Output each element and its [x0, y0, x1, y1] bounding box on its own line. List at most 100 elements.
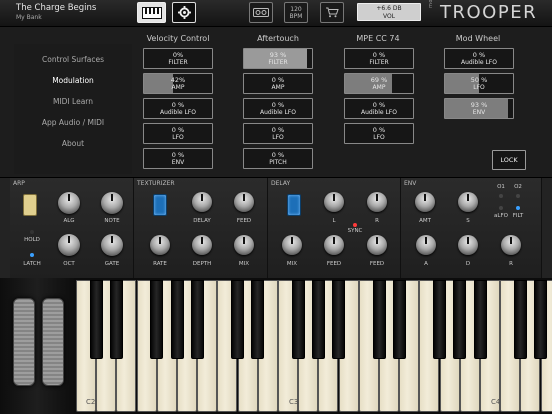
- sidebar-item-modulation[interactable]: Modulation: [14, 76, 132, 85]
- tempo-button[interactable]: 120 BPM: [284, 2, 308, 23]
- mod-slot-value: 42%: [170, 76, 186, 84]
- mod-slot-destination: FILTER: [168, 59, 188, 66]
- volume-display[interactable]: +6.6 DB VOL: [357, 3, 421, 21]
- env-o2-led[interactable]: [516, 194, 520, 198]
- mod-slot-destination: AMP: [271, 84, 285, 91]
- mod-slot-value: 93 %: [269, 51, 287, 59]
- mod-slot-aftertouch-1[interactable]: 93 % FILTER: [243, 48, 313, 69]
- mod-slot-velocity-4[interactable]: 0 % LFO: [143, 123, 213, 144]
- delay-left-knob[interactable]: [324, 192, 344, 212]
- mod-slot-modwheel-1[interactable]: 0 % Audible LFO: [444, 48, 514, 69]
- mod-slot-mpe-1[interactable]: 0 % FILTER: [344, 48, 414, 69]
- arp-oct-knob[interactable]: [58, 234, 80, 256]
- env-attack-label: A: [424, 261, 428, 267]
- env-attack-knob[interactable]: [416, 235, 436, 255]
- texturizer-delay-knob[interactable]: [192, 192, 212, 212]
- mod-slot-destination: ENV: [472, 109, 486, 116]
- env-sustain-knob[interactable]: [458, 192, 478, 212]
- arp-title: ARP: [13, 180, 25, 187]
- delay-power-button[interactable]: [287, 194, 301, 216]
- env-filter-led[interactable]: [516, 206, 520, 210]
- black-key[interactable]: [513, 280, 527, 359]
- keyboard-toggle-button[interactable]: [137, 2, 166, 23]
- black-key[interactable]: [392, 280, 406, 359]
- texturizer-feed-knob[interactable]: [234, 192, 254, 212]
- preset-name[interactable]: The Charge Begins: [16, 3, 96, 13]
- arp-power-button[interactable]: [23, 194, 37, 216]
- black-key[interactable]: [150, 280, 164, 359]
- black-key[interactable]: [433, 280, 447, 359]
- mod-slot-mpe-3[interactable]: 0 % Audible LFO: [344, 98, 414, 119]
- black-key[interactable]: [453, 280, 467, 359]
- black-key[interactable]: [109, 280, 123, 359]
- recorder-button[interactable]: [249, 2, 273, 23]
- arp-section: ARP ALG NOTE HOLD OCT GATE LATCH: [10, 178, 134, 278]
- mod-slot-value: 0 %: [171, 151, 185, 159]
- black-key[interactable]: [534, 280, 548, 359]
- key-label-c3: C3: [289, 398, 299, 406]
- arp-alg-knob[interactable]: [58, 192, 80, 214]
- arp-alg-label: ALG: [63, 218, 75, 224]
- volume-value: +6.6 DB: [376, 5, 402, 12]
- texturizer-mix-knob[interactable]: [234, 235, 254, 255]
- mod-slot-value: 0 %: [372, 51, 386, 59]
- mod-slot-velocity-2[interactable]: 42% AMP: [143, 73, 213, 94]
- settings-sidebar: Control Surfaces Modulation MIDI Learn A…: [14, 44, 132, 174]
- mod-slot-modwheel-2[interactable]: 50 % LFO: [444, 73, 514, 94]
- arp-gate-knob[interactable]: [101, 234, 123, 256]
- arp-latch-label: LATCH: [23, 261, 41, 267]
- env-amount-knob[interactable]: [415, 192, 435, 212]
- sidebar-item-app-audio-midi[interactable]: App Audio / MIDI: [14, 118, 132, 127]
- bank-name[interactable]: My Bank: [16, 14, 42, 21]
- black-key[interactable]: [190, 280, 204, 359]
- env-alfo-led[interactable]: [499, 206, 503, 210]
- mod-slot-velocity-3[interactable]: 0 % Audible LFO: [143, 98, 213, 119]
- delay-feed-right-label: FEED: [369, 261, 385, 267]
- arp-latch-led[interactable]: [30, 253, 34, 257]
- arp-gate-label: GATE: [104, 261, 120, 267]
- settings-button[interactable]: [172, 2, 196, 23]
- mod-slot-value: 0 %: [271, 126, 285, 134]
- texturizer-depth-knob[interactable]: [192, 235, 212, 255]
- mod-slot-mpe-2[interactable]: 69 % AMP: [344, 73, 414, 94]
- delay-feed-right-knob[interactable]: [367, 235, 387, 255]
- lock-button[interactable]: LOCK: [492, 150, 526, 170]
- sidebar-item-control-surfaces[interactable]: Control Surfaces: [14, 55, 132, 64]
- delay-sync-led[interactable]: [353, 223, 357, 227]
- mod-slot-aftertouch-2[interactable]: 0 % AMP: [243, 73, 313, 94]
- mod-slot-modwheel-3[interactable]: 93 % ENV: [444, 98, 514, 119]
- black-key[interactable]: [291, 280, 305, 359]
- mod-slot-aftertouch-4[interactable]: 0 % LFO: [243, 123, 313, 144]
- black-key[interactable]: [311, 280, 325, 359]
- texturizer-power-button[interactable]: [153, 194, 167, 216]
- black-key[interactable]: [170, 280, 184, 359]
- black-key[interactable]: [89, 280, 103, 359]
- black-key[interactable]: [473, 280, 487, 359]
- delay-feed-left-knob[interactable]: [324, 235, 344, 255]
- black-key[interactable]: [231, 280, 245, 359]
- pitch-wheel[interactable]: [13, 298, 35, 386]
- delay-right-knob[interactable]: [367, 192, 387, 212]
- texturizer-rate-knob[interactable]: [150, 235, 170, 255]
- arp-hold-led[interactable]: [30, 230, 34, 234]
- env-o1-led[interactable]: [499, 194, 503, 198]
- delay-mix-knob[interactable]: [282, 235, 302, 255]
- mod-slot-value: 0 %: [271, 151, 285, 159]
- mod-slot-aftertouch-5[interactable]: 0 % PITCH: [243, 148, 313, 169]
- sidebar-item-about[interactable]: About: [14, 139, 132, 148]
- mod-slot-destination: Audible LFO: [361, 109, 397, 116]
- mod-slot-velocity-5[interactable]: 0 % ENV: [143, 148, 213, 169]
- settings-panel: Control Surfaces Modulation MIDI Learn A…: [0, 27, 552, 177]
- sidebar-item-midi-learn[interactable]: MIDI Learn: [14, 97, 132, 106]
- env-release-knob[interactable]: [501, 235, 521, 255]
- mod-wheel[interactable]: [42, 298, 64, 386]
- black-key[interactable]: [372, 280, 386, 359]
- black-key[interactable]: [251, 280, 265, 359]
- mod-slot-aftertouch-3[interactable]: 0 % Audible LFO: [243, 98, 313, 119]
- black-key[interactable]: [332, 280, 346, 359]
- arp-note-knob[interactable]: [101, 192, 123, 214]
- store-button[interactable]: [320, 2, 344, 23]
- env-decay-knob[interactable]: [458, 235, 478, 255]
- mod-slot-mpe-4[interactable]: 0 % LFO: [344, 123, 414, 144]
- mod-slot-velocity-1[interactable]: 0% FILTER: [143, 48, 213, 69]
